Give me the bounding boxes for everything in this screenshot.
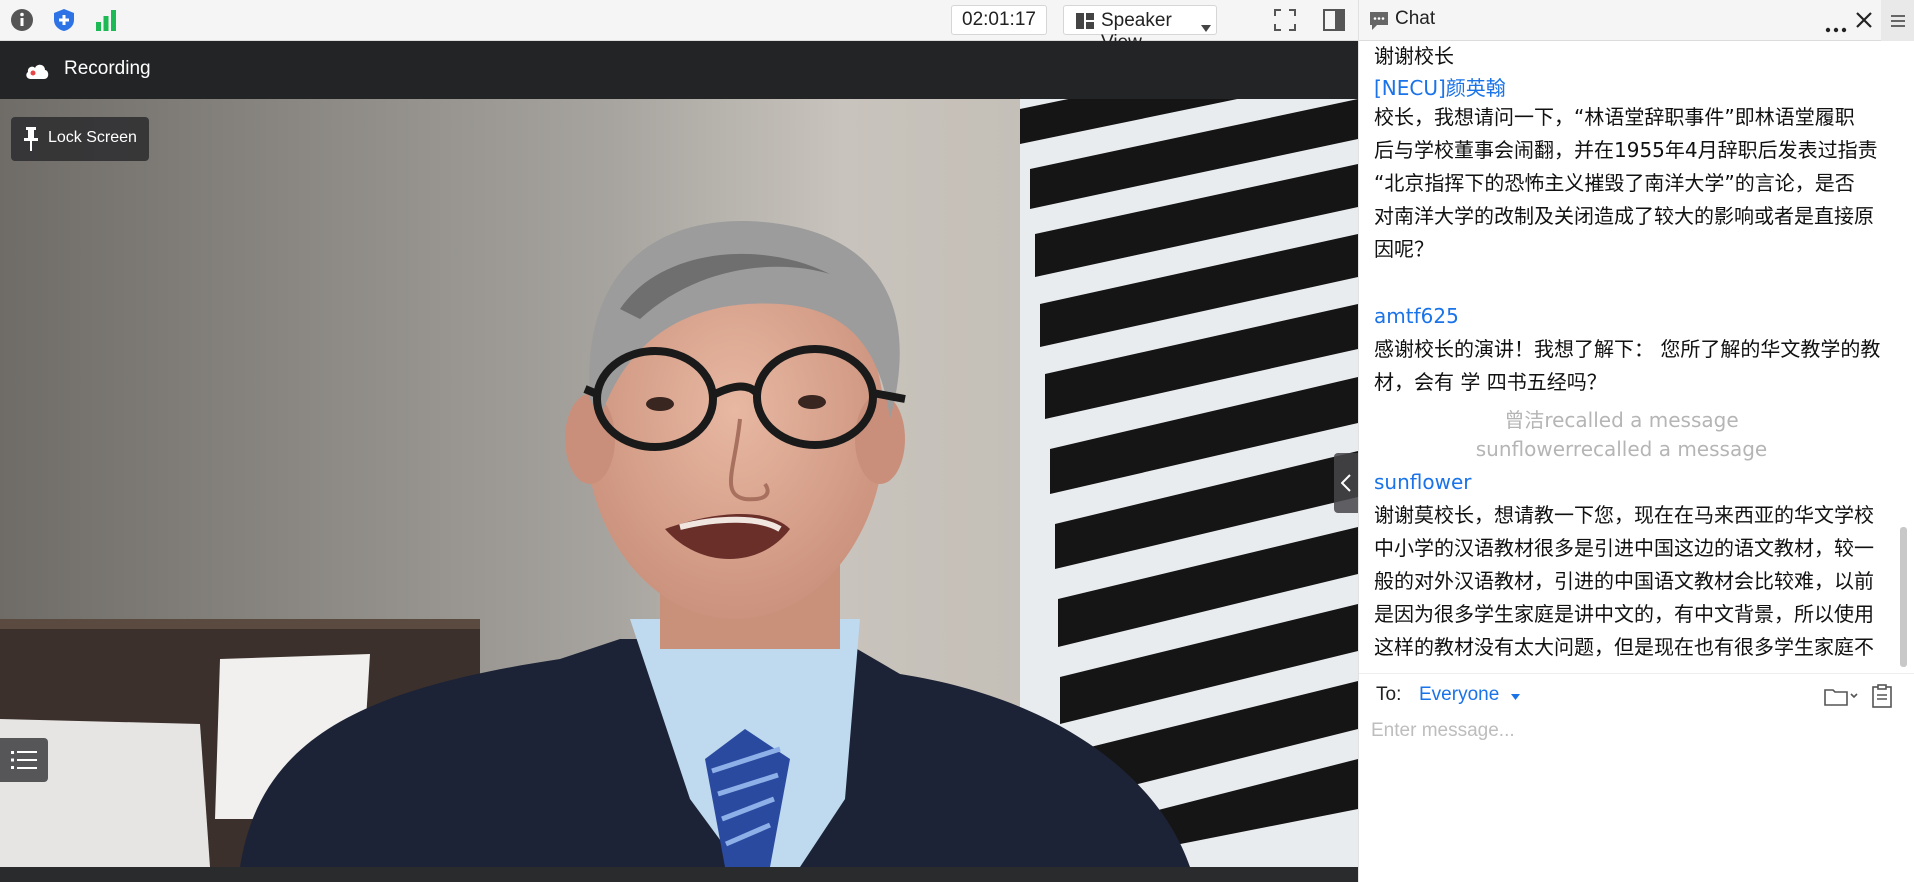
chat-message-line: 谢谢莫校长，想请教一下您，现在在马来西亚的华文学校 bbox=[1374, 503, 1874, 527]
caret-down-icon bbox=[1201, 17, 1211, 36]
info-icon[interactable] bbox=[10, 8, 34, 32]
chat-message-text: 校长，我想请问一下，“林语堂辞职事件”即林语堂履职 后与学校董事会闹翻，并在19… bbox=[1374, 101, 1896, 266]
chat-bubble-icon bbox=[1369, 11, 1389, 35]
shield-icon[interactable] bbox=[52, 8, 76, 32]
meeting-timer: 02:01:17 bbox=[951, 5, 1047, 35]
speaker-video[interactable] bbox=[0, 99, 1358, 867]
recipient-value: Everyone bbox=[1419, 684, 1500, 706]
fullscreen-icon[interactable] bbox=[1273, 8, 1297, 32]
more-icon[interactable] bbox=[1825, 18, 1847, 37]
view-mode-dropdown[interactable]: Speaker View bbox=[1063, 5, 1217, 53]
chat-compose-area: To: Everyone bbox=[1359, 673, 1914, 882]
recording-label: Recording bbox=[64, 58, 151, 79]
speaker-layout-icon bbox=[1076, 13, 1094, 29]
close-icon[interactable] bbox=[1855, 11, 1873, 33]
meeting-toolbar: 02:01:17 Speaker View bbox=[0, 0, 1358, 53]
chat-message-line: 校长，我想请问一下，“林语堂辞职事件”即林语堂履职 bbox=[1374, 105, 1855, 129]
chat-message-line: 这样的教材没有太大问题，但是现在也有很多学生家庭不 bbox=[1374, 635, 1874, 659]
recording-bar: Recording bbox=[0, 41, 1358, 99]
chat-message-sender[interactable]: amtf625 bbox=[1374, 304, 1459, 328]
participants-list-button[interactable] bbox=[0, 738, 48, 782]
chat-message-line: 因呢？ bbox=[1374, 237, 1434, 261]
menu-button[interactable] bbox=[1881, 0, 1914, 41]
folder-icon[interactable] bbox=[1824, 686, 1858, 710]
recipient-label: To: bbox=[1376, 684, 1402, 705]
pin-icon bbox=[23, 127, 39, 155]
recalled-message-notice: sunflowerrecalled a message bbox=[1475, 437, 1768, 461]
chat-message-line: “北京指挥下的恐怖主义摧毁了南洋大学”的言论，是否 bbox=[1374, 171, 1855, 195]
menu-icon bbox=[1891, 13, 1905, 32]
video-bottom-strip bbox=[0, 867, 1358, 882]
chat-message-text: 感谢校长的演讲！我想了解下： 您所了解的华文教学的教 材，会有 学 四书五经吗？ bbox=[1374, 333, 1896, 399]
chevron-left-icon bbox=[1340, 474, 1351, 496]
chat-message-list[interactable]: 谢谢校长 [NECU]颜英翰 校长，我想请问一下，“林语堂辞职事件”即林语堂履职… bbox=[1359, 41, 1896, 673]
recalled-message-notice: 曾洁recalled a message bbox=[1504, 408, 1739, 432]
chat-scrollbar-thumb[interactable] bbox=[1900, 527, 1907, 667]
chat-message-line: 材，会有 学 四书五经吗？ bbox=[1374, 370, 1607, 394]
chat-message-text: 谢谢校长 bbox=[1374, 44, 1454, 68]
message-input[interactable] bbox=[1371, 716, 1891, 746]
side-panel-icon[interactable] bbox=[1322, 8, 1346, 32]
clipboard-icon[interactable] bbox=[1871, 684, 1893, 712]
signal-bars-icon[interactable] bbox=[94, 8, 118, 32]
chat-message-line: 般的对外汉语教材，引进的中国语文教材会比较难，以前 bbox=[1374, 569, 1874, 593]
speaker-video-frame bbox=[0, 99, 1358, 867]
chat-message-line: 是因为很多学生家庭是讲中文的，有中文背景，所以使用 bbox=[1374, 602, 1874, 626]
recipient-dropdown[interactable]: Everyone bbox=[1419, 684, 1520, 706]
chat-message-line: 感谢校长的演讲！我想了解下： 您所了解的华文教学的教 bbox=[1374, 337, 1881, 361]
chat-message-line: 对南洋大学的改制及关闭造成了较大的影响或者是直接原 bbox=[1374, 204, 1874, 228]
chat-message-sender[interactable]: [NECU]颜英翰 bbox=[1374, 72, 1506, 101]
lock-screen-button[interactable]: Lock Screen bbox=[11, 117, 149, 161]
list-icon bbox=[11, 750, 37, 774]
cloud-icon bbox=[24, 62, 50, 84]
chat-message-sender[interactable]: sunflower bbox=[1374, 470, 1472, 494]
caret-down-icon bbox=[1510, 684, 1520, 706]
chat-message-line: 中小学的汉语教材很多是引进中国这边的语文教材，较一 bbox=[1374, 536, 1874, 560]
chat-panel: Chat 谢谢校长 [NECU]颜英翰 校长，我想请问一下，“林语堂辞职事件”即… bbox=[1358, 0, 1914, 882]
lock-screen-label: Lock Screen bbox=[48, 129, 137, 146]
chat-header: Chat bbox=[1359, 0, 1914, 41]
collapse-chat-handle[interactable] bbox=[1334, 453, 1358, 513]
chat-message-line: 后与学校董事会闹翻，并在1955年4月辞职后发表过指责 bbox=[1374, 138, 1878, 162]
chat-message-text: 谢谢莫校长，想请教一下您，现在在马来西亚的华文学校 中小学的汉语教材很多是引进中… bbox=[1374, 499, 1896, 664]
chat-title: Chat bbox=[1395, 8, 1436, 29]
